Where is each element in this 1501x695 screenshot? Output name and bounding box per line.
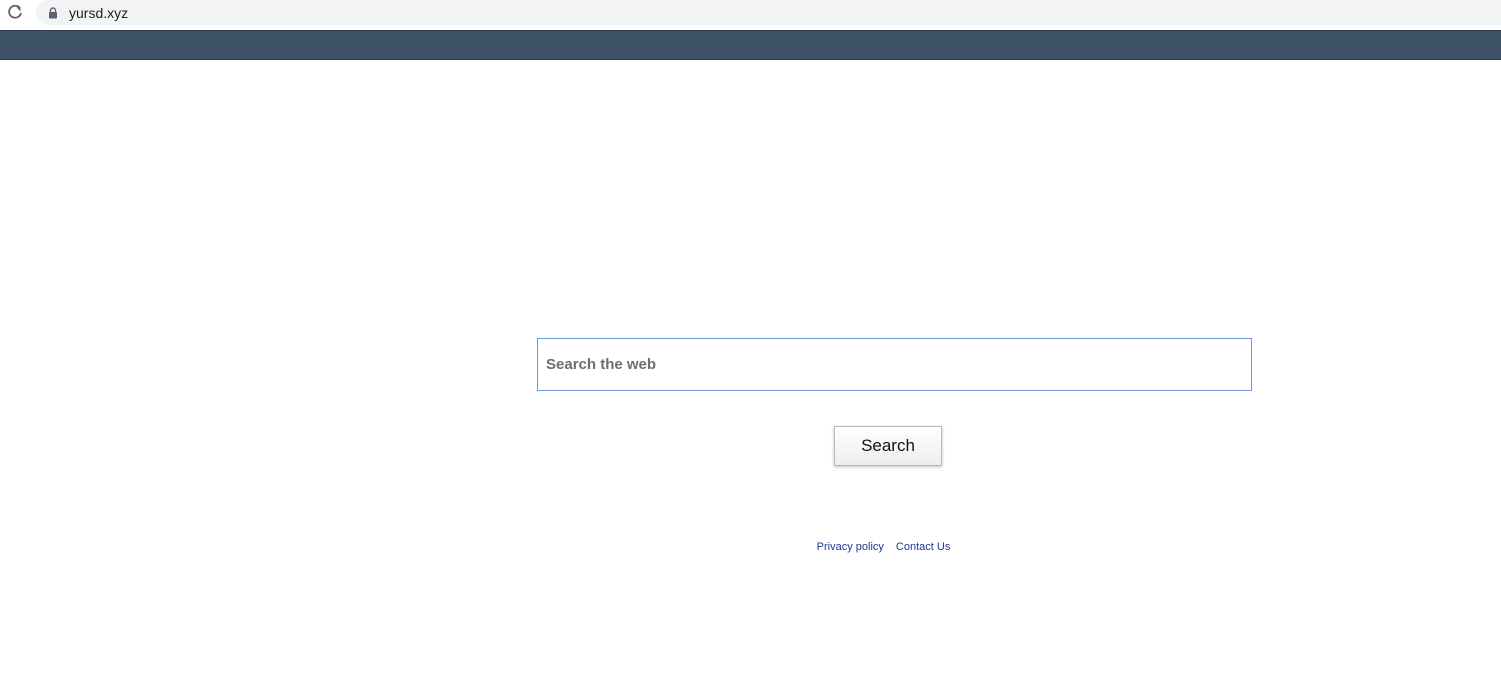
browser-toolbar: yursd.xyz: [0, 0, 1501, 30]
privacy-policy-link[interactable]: Privacy policy: [817, 541, 884, 553]
reload-icon[interactable]: [5, 3, 25, 23]
contact-us-link[interactable]: Contact Us: [896, 541, 950, 553]
lock-icon: [47, 6, 59, 20]
search-input[interactable]: [537, 338, 1252, 391]
search-button[interactable]: Search: [834, 426, 942, 466]
site-header-bar: [0, 30, 1501, 60]
address-bar[interactable]: yursd.xyz: [36, 0, 1501, 25]
footer-links: Privacy policy Contact Us: [0, 541, 1501, 553]
url-text[interactable]: yursd.xyz: [69, 5, 128, 21]
